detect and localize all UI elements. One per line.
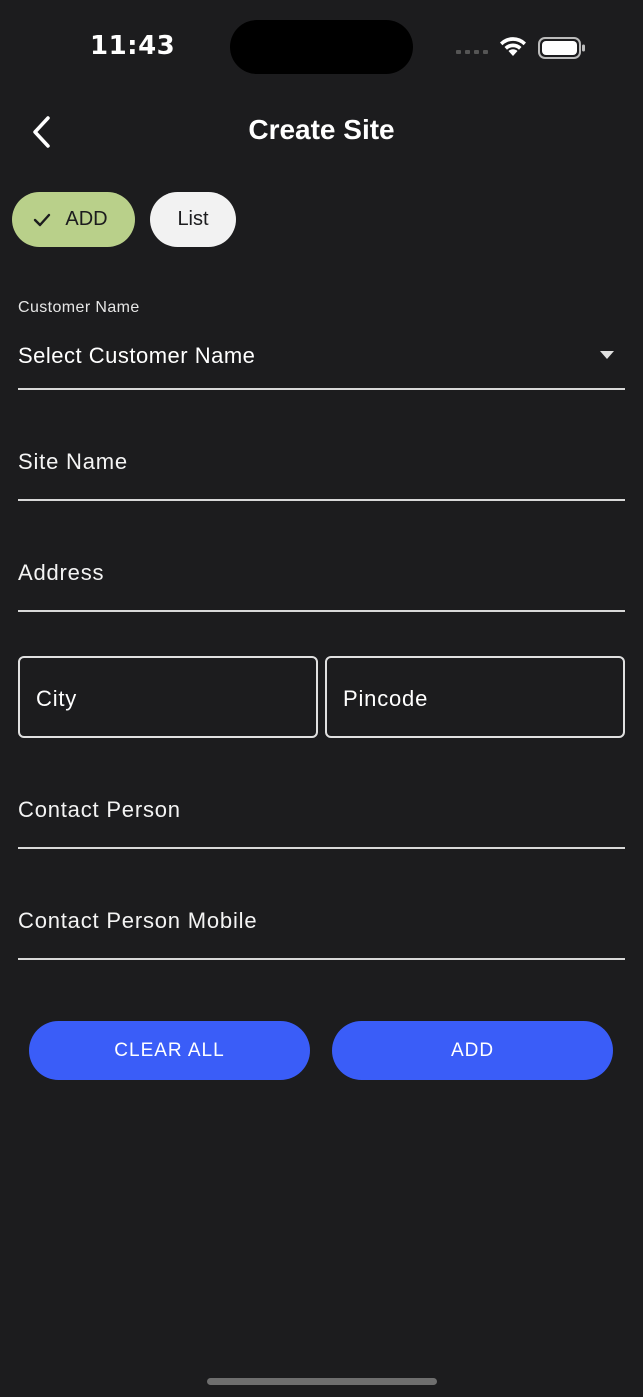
create-site-screen: 11:43 Create Site ADD List Customer Name… bbox=[0, 0, 643, 1397]
segment-add-chip[interactable]: ADD bbox=[12, 192, 135, 247]
home-indicator[interactable] bbox=[207, 1378, 437, 1385]
contact-mobile-underline bbox=[18, 958, 625, 960]
pincode-input[interactable]: Pincode bbox=[325, 656, 625, 738]
check-icon bbox=[34, 213, 51, 226]
city-input[interactable]: City bbox=[18, 656, 318, 738]
clear-all-button[interactable]: CLEAR ALL bbox=[29, 1021, 310, 1080]
status-time: 11:43 bbox=[90, 31, 176, 61]
add-button[interactable]: ADD bbox=[332, 1021, 613, 1080]
dynamic-island bbox=[230, 20, 413, 74]
page-title: Create Site bbox=[248, 114, 395, 145]
battery-icon bbox=[538, 37, 585, 59]
contact-mobile-input[interactable]: Contact Person Mobile bbox=[18, 908, 257, 934]
customer-name-select[interactable]: Select Customer Name bbox=[18, 343, 255, 369]
site-name-underline bbox=[18, 499, 625, 501]
cellular-signal-icon bbox=[456, 50, 488, 54]
pincode-placeholder: Pincode bbox=[343, 686, 429, 711]
segment-add-label: ADD bbox=[65, 208, 108, 230]
address-input[interactable]: Address bbox=[18, 560, 104, 586]
wifi-icon bbox=[500, 37, 526, 56]
address-underline bbox=[18, 610, 625, 612]
segment-list-label: List bbox=[177, 208, 209, 230]
add-label: ADD bbox=[450, 1039, 495, 1061]
city-placeholder: City bbox=[36, 686, 78, 711]
site-name-input[interactable]: Site Name bbox=[18, 449, 128, 475]
dropdown-caret-icon[interactable] bbox=[600, 351, 614, 359]
customer-name-underline bbox=[18, 388, 625, 390]
contact-person-underline bbox=[18, 847, 625, 849]
contact-person-input[interactable]: Contact Person bbox=[18, 797, 181, 823]
segment-list-chip[interactable]: List bbox=[150, 192, 236, 247]
customer-name-label: Customer Name bbox=[18, 299, 140, 316]
clear-all-label: CLEAR ALL bbox=[114, 1039, 225, 1061]
